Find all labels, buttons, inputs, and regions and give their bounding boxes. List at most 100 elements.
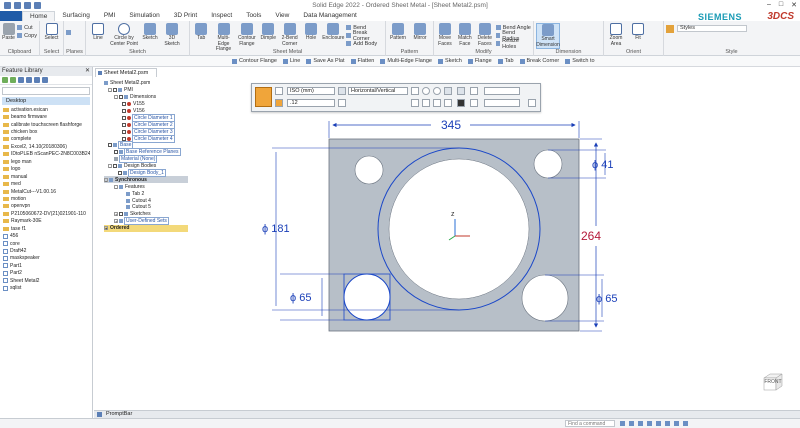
prompt-bar[interactable]: PromptBar xyxy=(94,410,800,418)
body-icon xyxy=(118,164,122,169)
zoom-out-icon[interactable] xyxy=(629,421,634,426)
dimension-small-hole[interactable]: ϕ 41 xyxy=(592,159,613,171)
tree-pmi[interactable]: - PMI xyxy=(104,87,188,94)
orientation-select[interactable]: Horizontal/Vertical xyxy=(348,87,408,95)
pan-icon[interactable] xyxy=(647,421,652,426)
tree-user-sets[interactable]: + User-Defined Sets xyxy=(104,217,188,226)
coordinate-system-icon xyxy=(113,143,117,148)
top-right-hole[interactable] xyxy=(533,149,563,179)
checkbox[interactable] xyxy=(113,88,117,93)
body-icon xyxy=(123,171,127,176)
collapse-icon[interactable]: - xyxy=(114,184,118,189)
fit-icon[interactable] xyxy=(638,421,643,426)
checkbox[interactable] xyxy=(119,212,123,217)
dimension-lock-icon xyxy=(127,136,131,141)
smart-dimension-active-icon[interactable] xyxy=(255,87,272,107)
tree-feature-item[interactable]: Cutout 4 xyxy=(104,197,188,204)
dimension-bottom-left-hole[interactable]: ϕ 65 xyxy=(290,292,311,304)
part-icon xyxy=(104,81,108,86)
dim-prefix-icon[interactable] xyxy=(457,87,465,95)
dimension-command-bar: ISO (mm) Horizontal/Vertical .12 xyxy=(251,83,541,112)
cutout-icon xyxy=(126,205,130,210)
dimension-lock-icon xyxy=(127,102,131,107)
tree-root[interactable]: Sheet Metal2.psm xyxy=(104,80,188,87)
circle-dim-icon[interactable] xyxy=(433,87,441,95)
text-icon[interactable] xyxy=(411,99,419,107)
display-icon[interactable] xyxy=(470,87,478,95)
expand-icon[interactable]: + xyxy=(104,226,108,231)
checkbox[interactable] xyxy=(114,150,118,155)
arc-icon[interactable] xyxy=(422,87,430,95)
dimension-icon xyxy=(124,95,128,100)
checkbox[interactable] xyxy=(113,164,117,169)
command-finder-input[interactable]: Find a command xyxy=(565,420,615,427)
sketch-dim-icon[interactable] xyxy=(470,99,478,107)
z-axis-label: z xyxy=(451,211,455,218)
checkbox[interactable] xyxy=(122,102,126,107)
dimension-width[interactable]: 345 xyxy=(441,118,461,132)
checkbox[interactable] xyxy=(122,109,126,113)
dimension-height[interactable]: 264 xyxy=(581,229,601,243)
dim-value-field-2[interactable] xyxy=(484,99,520,107)
bottom-right-hole[interactable] xyxy=(521,274,569,322)
tree-feature-item[interactable]: Cutout 5 xyxy=(104,204,188,211)
dim-style-icon[interactable] xyxy=(338,87,346,95)
tree-ordered[interactable]: + Ordered xyxy=(104,224,188,232)
display-icon[interactable] xyxy=(683,421,688,426)
tree-design-body[interactable]: Design Body_1 xyxy=(104,169,188,178)
pathfinder-tree: Sheet Metal2.psm - PMI - Dimensions V155 V… xyxy=(104,80,188,232)
tolerance-icon[interactable] xyxy=(338,99,346,107)
lock-icon[interactable] xyxy=(275,99,283,107)
collapse-icon[interactable]: - xyxy=(108,164,112,169)
checkbox[interactable] xyxy=(108,143,112,148)
angle-icon[interactable] xyxy=(433,99,441,107)
rotate-icon[interactable] xyxy=(656,421,661,426)
color-icon[interactable] xyxy=(457,99,465,107)
tree-material[interactable]: Material (None) xyxy=(104,155,188,164)
dimension-big-circle[interactable]: ϕ 181 xyxy=(262,223,290,235)
pmi-icon xyxy=(118,88,122,93)
expand-icon[interactable]: + xyxy=(114,212,118,217)
tree-features[interactable]: - Features xyxy=(104,183,188,190)
checkbox[interactable] xyxy=(119,95,123,100)
expand-icon[interactable]: + xyxy=(114,219,118,224)
checkbox[interactable] xyxy=(118,171,122,176)
dim-type-icon[interactable] xyxy=(411,87,419,95)
material-icon xyxy=(114,157,118,162)
status-bar: Find a command xyxy=(0,418,800,428)
tree-dim-item[interactable]: Circle Diameter 4 xyxy=(104,134,188,143)
view-cube-label: FRONT xyxy=(764,379,782,385)
view-cube[interactable]: FRONT xyxy=(762,372,784,394)
collapse-icon[interactable]: - xyxy=(114,95,118,100)
bottom-left-hole[interactable] xyxy=(343,273,391,321)
tree-feature-item[interactable]: Tab 2 xyxy=(104,190,188,197)
tree-synchronous[interactable]: - Synchronous xyxy=(104,176,188,184)
dimension-lock-icon xyxy=(127,115,131,120)
cutout-icon xyxy=(126,198,130,203)
tree-dimensions[interactable]: - Dimensions xyxy=(104,94,188,101)
settings-icon[interactable] xyxy=(528,99,536,107)
dim-option-icon[interactable] xyxy=(444,87,452,95)
checkbox[interactable] xyxy=(122,129,126,134)
precision-select[interactable]: .12 xyxy=(287,99,335,107)
tab-icon xyxy=(126,191,130,196)
dimension-bottom-right-hole[interactable]: ϕ 65 xyxy=(596,293,617,305)
tree-dim-item[interactable]: V155 xyxy=(104,101,188,108)
shading-icon[interactable] xyxy=(674,421,679,426)
zoom-in-icon[interactable] xyxy=(620,421,625,426)
collapse-icon[interactable]: - xyxy=(108,88,112,93)
dim-value-field[interactable] xyxy=(484,87,520,95)
top-left-hole[interactable] xyxy=(354,155,384,185)
dim-axis-icon[interactable] xyxy=(275,87,283,95)
collapse-icon[interactable]: - xyxy=(104,177,108,182)
coordinate-icon[interactable] xyxy=(422,99,430,107)
chain-icon[interactable] xyxy=(444,99,452,107)
view-icon[interactable] xyxy=(665,421,670,426)
checkbox[interactable] xyxy=(122,136,126,141)
synchronous-icon xyxy=(109,177,113,182)
checkbox[interactable] xyxy=(122,122,126,127)
dimension-standard-select[interactable]: ISO (mm) xyxy=(287,87,335,95)
checkbox[interactable] xyxy=(122,115,126,120)
sketch-icon xyxy=(124,212,128,217)
dimension-lock-icon xyxy=(127,129,131,134)
